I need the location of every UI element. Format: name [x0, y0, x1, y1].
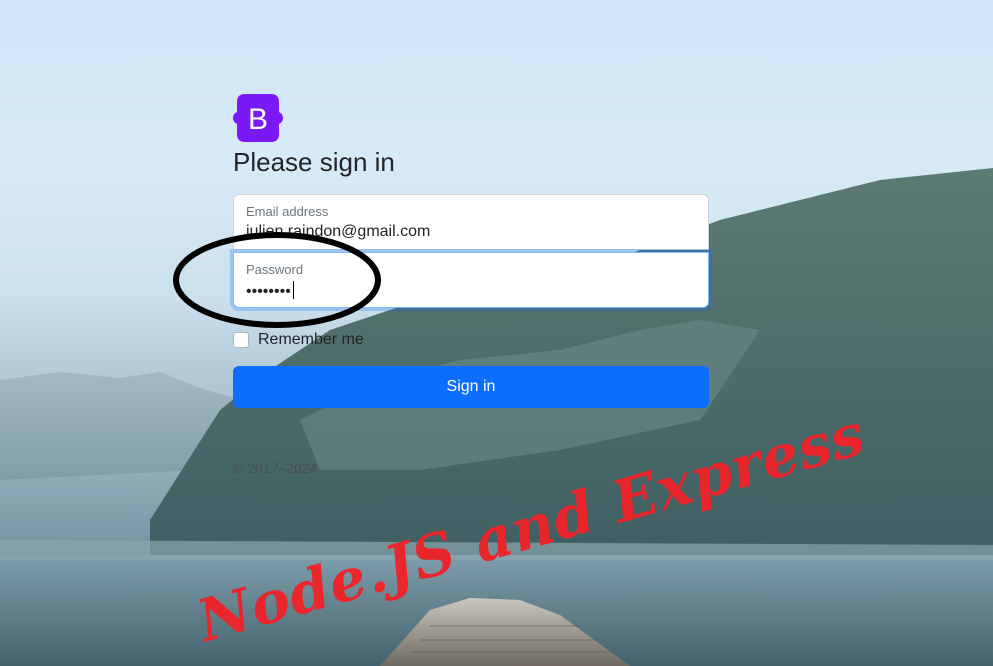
- password-label: Password: [246, 262, 304, 277]
- text-caret: [292, 281, 294, 299]
- password-value: ••••••••: [246, 281, 294, 301]
- remember-label: Remember me: [258, 331, 364, 348]
- email-field[interactable]: Email address julien.raindon@gmail.com: [233, 194, 709, 250]
- copyright: © 2017–2024: [233, 460, 318, 476]
- login-page: B Please sign in Email address julien.ra…: [0, 0, 993, 666]
- password-field[interactable]: Password ••••••••: [233, 252, 709, 308]
- email-label: Email address: [246, 204, 329, 219]
- remember-me[interactable]: Remember me: [233, 331, 364, 349]
- page-title: Please sign in: [233, 147, 395, 177]
- remember-checkbox[interactable]: [233, 332, 249, 348]
- sign-in-button[interactable]: Sign in: [233, 366, 709, 408]
- landscape-background: [0, 168, 993, 666]
- email-value: julien.raindon@gmail.com: [246, 223, 431, 240]
- password-dots: ••••••••: [246, 283, 291, 300]
- bootstrap-logo-icon: B: [233, 94, 283, 142]
- logo-letter: B: [248, 103, 268, 136]
